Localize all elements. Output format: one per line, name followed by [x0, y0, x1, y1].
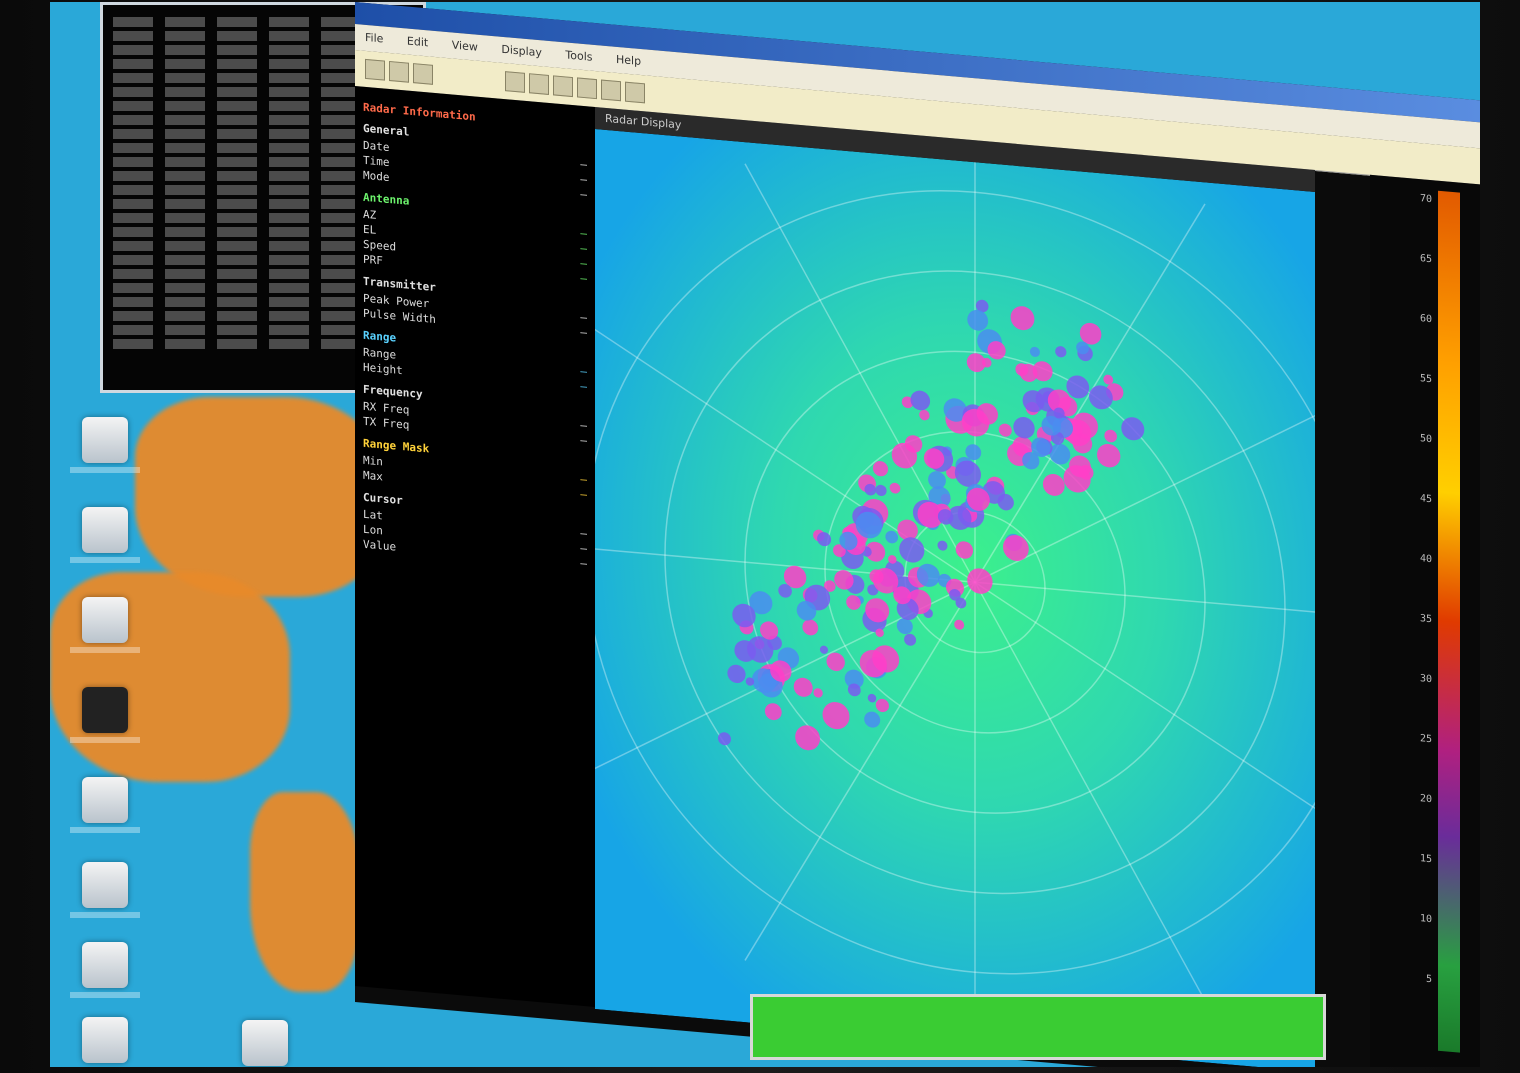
info-value: —: [580, 256, 587, 271]
wallpaper-patch: [135, 397, 385, 597]
info-label: Height: [363, 360, 403, 378]
info-value: —: [580, 310, 587, 325]
info-sections: General Date — Time — Mode — Antenna AZ — EL — Speed…: [363, 122, 587, 572]
scale-tick-label: 50: [1419, 433, 1432, 446]
wallpaper-patch: [250, 792, 360, 992]
toolbar-button[interactable]: [577, 77, 597, 100]
scale-tick-label: 25: [1419, 733, 1432, 746]
info-value: —: [580, 526, 587, 541]
radar-window[interactable]: File Edit View Display Tools Help Radar …: [355, 2, 1480, 1067]
toolbar-button[interactable]: [413, 63, 433, 85]
scale-tick-label: 40: [1419, 553, 1432, 566]
color-scale-bar: [1438, 190, 1460, 1053]
toolbar-button[interactable]: [625, 81, 645, 104]
scale-tick-label: 60: [1419, 313, 1432, 326]
scale-tick-label: 65: [1419, 253, 1432, 266]
menu-edit[interactable]: Edit: [397, 28, 438, 57]
desktop-screen: File Edit View Display Tools Help Radar …: [50, 2, 1480, 1067]
info-label: PRF: [363, 252, 383, 268]
info-value: —: [580, 379, 587, 394]
scale-tick-label: 35: [1419, 613, 1432, 626]
desktop-icon[interactable]: [70, 687, 140, 743]
toolbar-button[interactable]: [365, 58, 385, 81]
scale-tick-label: 20: [1419, 793, 1432, 806]
info-value: —: [580, 364, 587, 379]
desktop-icon[interactable]: [70, 417, 140, 473]
menu-file[interactable]: File: [355, 24, 393, 52]
menu-display[interactable]: Display: [491, 36, 552, 66]
desktop-icon[interactable]: [70, 942, 140, 998]
desktop-icon[interactable]: [70, 862, 140, 918]
scale-tick-label: 15: [1419, 853, 1432, 866]
scale-tick-label: 55: [1419, 373, 1432, 386]
info-label: Lat: [363, 507, 383, 523]
info-panel: Radar Information General Date — Time — Mode —…: [355, 86, 595, 1007]
info-value: —: [580, 325, 587, 340]
info-label: Mode: [363, 168, 390, 185]
info-value: —: [580, 157, 587, 172]
menu-help[interactable]: Help: [606, 46, 651, 75]
info-value: —: [580, 187, 587, 202]
info-label: EL: [363, 222, 377, 237]
desktop-icon[interactable]: [70, 777, 140, 833]
info-value: —: [580, 433, 587, 448]
info-label: Min: [363, 453, 383, 469]
info-value: —: [580, 418, 587, 433]
info-value: —: [580, 541, 587, 556]
info-label: TX Freq: [363, 414, 410, 432]
menu-view[interactable]: View: [442, 32, 488, 61]
scale-tick-label: 45: [1419, 493, 1432, 506]
info-value: —: [580, 226, 587, 241]
info-label: AZ: [363, 207, 377, 222]
toolbar-button[interactable]: [601, 79, 621, 102]
info-value: —: [580, 172, 587, 187]
scale-tick-label: 70: [1419, 193, 1432, 206]
menu-tools[interactable]: Tools: [555, 42, 602, 71]
info-label: Lon: [363, 522, 383, 538]
color-scale: 70 65 60 55 50 45 40 35 30 25 20 15 10 5: [1370, 174, 1480, 1067]
scale-tick-label: 10: [1419, 913, 1432, 926]
desktop-icon[interactable]: [242, 1020, 288, 1066]
info-value: —: [580, 556, 587, 571]
desktop-icon[interactable]: [70, 597, 140, 653]
taskbar-panel[interactable]: [750, 994, 1326, 1060]
toolbar-button[interactable]: [529, 73, 549, 95]
desktop-icon[interactable]: [70, 507, 140, 563]
scale-tick-label: 5: [1425, 973, 1432, 986]
info-value: —: [580, 241, 587, 256]
info-label: Max: [363, 468, 383, 484]
radar-display[interactable]: [595, 128, 1315, 1067]
info-value: —: [580, 271, 587, 286]
scale-tick-label: 30: [1419, 673, 1432, 686]
toolbar-button[interactable]: [389, 60, 409, 83]
info-value: —: [580, 487, 587, 502]
info-value: —: [580, 472, 587, 487]
info-label: Value: [363, 537, 397, 554]
desktop-icon[interactable]: [82, 1017, 128, 1063]
toolbar-button[interactable]: [553, 75, 573, 98]
toolbar-button[interactable]: [505, 71, 525, 93]
